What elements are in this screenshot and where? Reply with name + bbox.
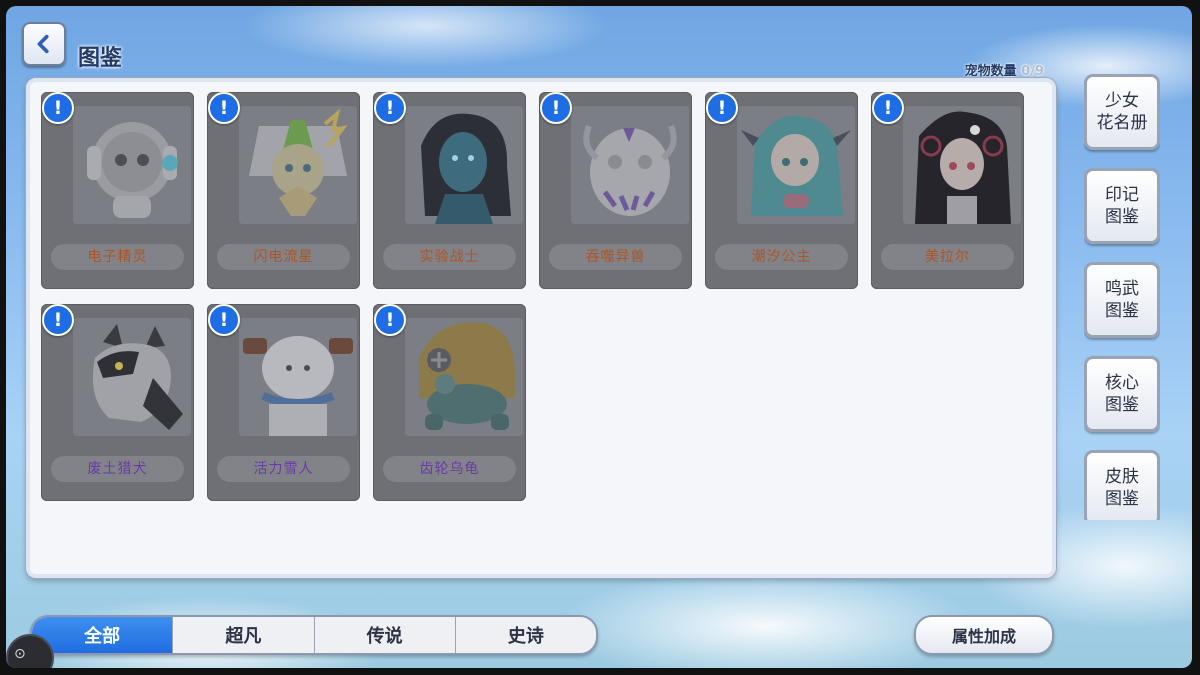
alert-icon: ! <box>208 92 240 124</box>
page-title: 图鉴 <box>78 46 123 71</box>
pet-count-label: 宠物数量 <box>964 64 1017 79</box>
tab-all[interactable]: 全部 <box>32 617 173 653</box>
alert-icon: ! <box>374 303 406 336</box>
pet-card[interactable]: 活力雪人 ! <box>207 303 360 501</box>
core-codex-button[interactable]: 核心 图鉴 <box>1084 356 1160 432</box>
card-grid: 电子精灵 ! 闪电流星 ! 实验战士 ! 吞噬异兽 ! 潮汐公主 ! 美拉尔 !… <box>41 92 1041 502</box>
game-screen: 图鉴 宠物数量 0/9 电子精灵 ! 闪电流星 ! 实验战士 ! 吞噬异兽 ! … <box>6 6 1192 668</box>
pet-name: 潮汐公主 <box>715 244 848 270</box>
lightning-pet-icon <box>239 106 357 224</box>
pet-card[interactable]: 闪电流星 ! <box>207 92 360 289</box>
pet-name: 闪电流星 <box>217 244 350 270</box>
alert-icon: ! <box>42 92 74 124</box>
gear-turtle-pet-icon <box>405 317 523 436</box>
pet-card[interactable]: 电子精灵 ! <box>41 92 194 289</box>
pet-name: 电子精灵 <box>51 244 184 270</box>
alert-icon: ! <box>872 92 904 124</box>
pet-name: 实验战士 <box>383 244 516 270</box>
dark-girl-pet-icon <box>903 106 1021 224</box>
weapon-codex-button[interactable]: 鸣武 图鉴 <box>1084 262 1160 338</box>
pet-name: 吞噬异兽 <box>549 244 682 270</box>
tab-epic[interactable]: 史诗 <box>454 617 596 653</box>
rarity-tab-bar: 全部 超凡 传说 史诗 <box>30 615 598 655</box>
tab-legendary[interactable]: 传说 <box>313 617 455 653</box>
pet-card[interactable]: 美拉尔 ! <box>871 92 1024 289</box>
pet-card[interactable]: 废土猎犬 ! <box>41 303 194 501</box>
roster-button[interactable]: 少女 花名册 <box>1084 74 1160 150</box>
pet-card[interactable]: 齿轮乌龟 ! <box>373 303 526 501</box>
mermaid-pet-icon <box>737 106 855 224</box>
alert-icon: ! <box>374 92 406 124</box>
mark-codex-button[interactable]: 印记 图鉴 <box>1084 168 1160 244</box>
pet-count: 宠物数量 0/9 <box>965 60 1044 79</box>
collection-panel: 电子精灵 ! 闪电流星 ! 实验战士 ! 吞噬异兽 ! 潮汐公主 ! 美拉尔 !… <box>26 78 1056 578</box>
tab-transcendent[interactable]: 超凡 <box>172 617 313 653</box>
overlay-icon: ⊙ <box>14 646 26 662</box>
pet-card[interactable]: 实验战士 ! <box>373 92 526 289</box>
skin-codex-button[interactable]: 皮肤 图鉴 <box>1084 450 1160 520</box>
pet-card[interactable]: 潮汐公主 ! <box>705 92 858 289</box>
warrior-pet-icon <box>405 106 523 224</box>
beast-egg-pet-icon <box>571 106 689 224</box>
pet-card[interactable]: 吞噬异兽 ! <box>539 92 692 289</box>
side-menu: 少女 花名册 印记 图鉴 鸣武 图鉴 核心 图鉴 皮肤 图鉴 <box>1084 74 1160 520</box>
attribute-bonus-button[interactable]: 属性加成 <box>914 615 1054 655</box>
pet-name: 活力雪人 <box>217 455 350 482</box>
pet-name: 齿轮乌龟 <box>383 455 516 482</box>
robot-pet-icon <box>73 106 191 224</box>
alert-icon: ! <box>706 92 738 124</box>
alert-icon: ! <box>540 92 572 124</box>
pet-name: 美拉尔 <box>881 244 1014 270</box>
pet-count-value: 0/9 <box>1021 64 1044 79</box>
alert-icon: ! <box>208 303 240 336</box>
alert-icon: ! <box>42 303 74 336</box>
wolf-pet-icon <box>73 317 191 436</box>
chevron-left-icon <box>37 34 49 54</box>
pet-name: 废土猎犬 <box>51 455 184 482</box>
snowman-pet-icon <box>239 317 357 436</box>
back-button[interactable] <box>22 22 66 66</box>
